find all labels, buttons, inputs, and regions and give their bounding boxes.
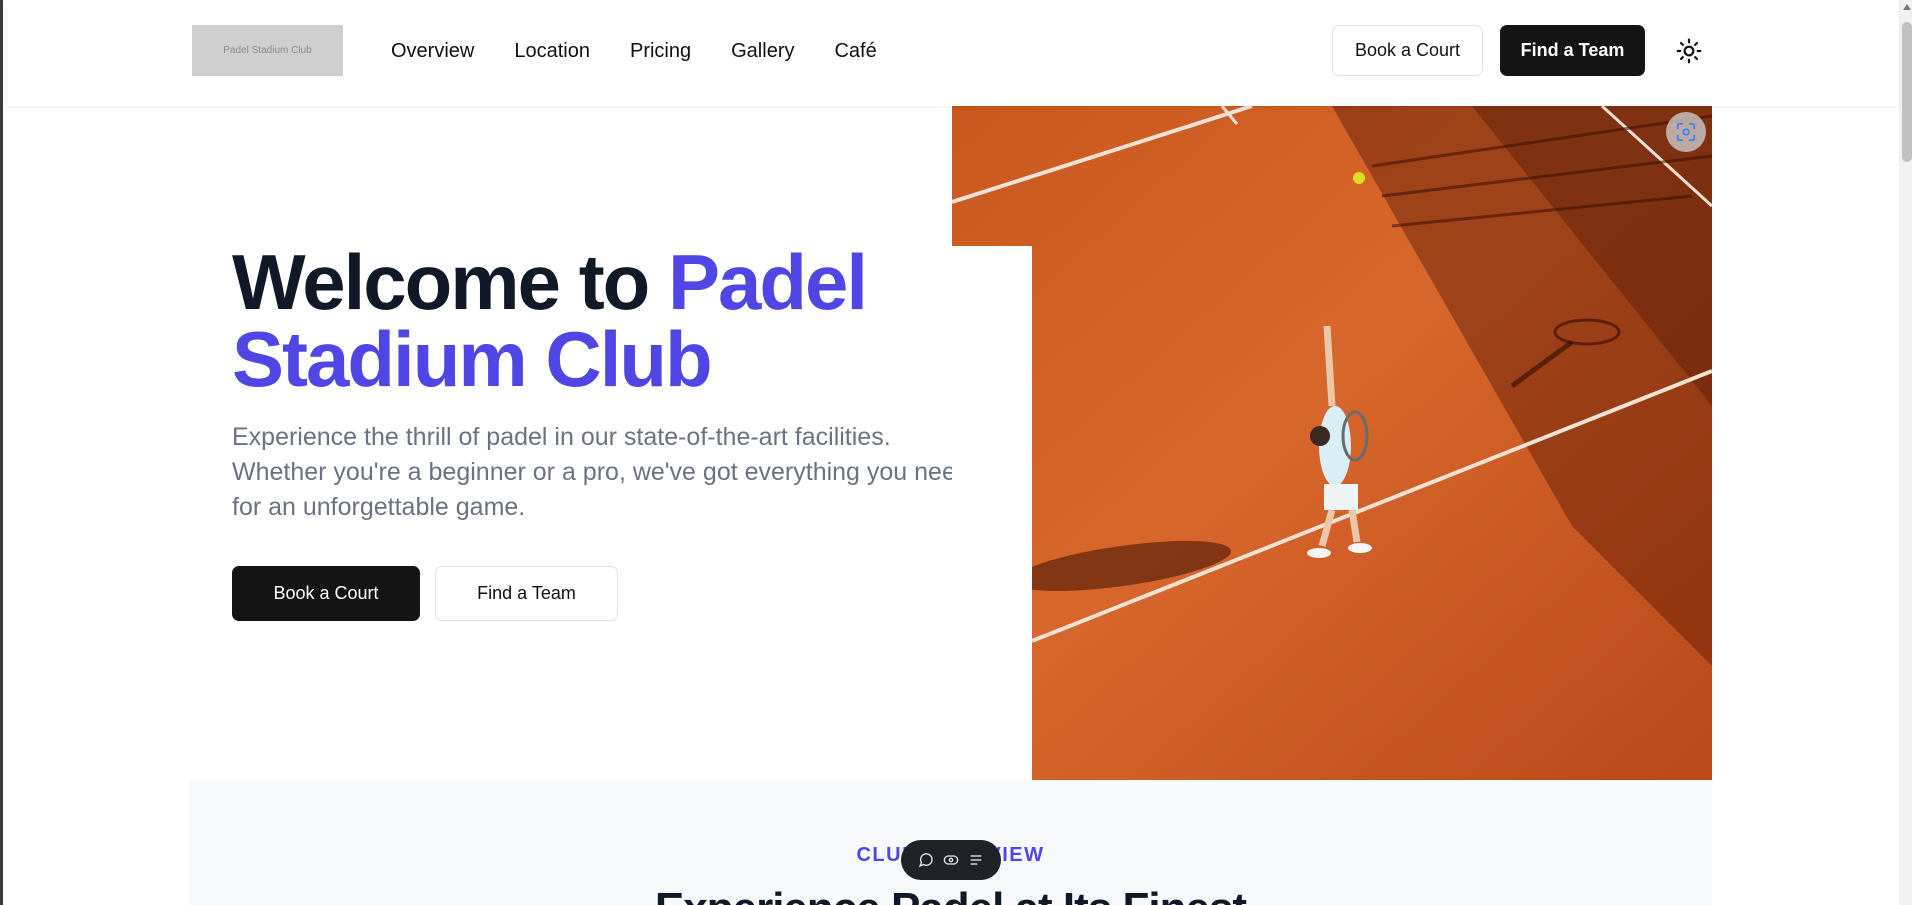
hero-find-team-button[interactable]: Find a Team	[435, 566, 618, 621]
sun-icon[interactable]	[1674, 36, 1704, 66]
header-find-team-button[interactable]: Find a Team	[1500, 25, 1645, 76]
scan-icon[interactable]	[1666, 112, 1706, 152]
floating-toolbar	[901, 840, 1001, 880]
nav-pricing[interactable]: Pricing	[630, 38, 691, 64]
hero-image	[952, 106, 1712, 780]
comment-icon[interactable]	[918, 852, 934, 868]
logo-text: Padel Stadium Club	[223, 45, 312, 56]
eye-icon[interactable]	[943, 852, 959, 868]
nav-location[interactable]: Location	[514, 38, 590, 64]
scroll-up-icon[interactable]	[1903, 4, 1911, 10]
browser-viewport: Padel Stadium Club Overview Location Pri…	[0, 0, 1912, 905]
hero-title-prefix: Welcome to	[232, 238, 668, 326]
list-icon[interactable]	[968, 852, 984, 868]
image-notch	[952, 246, 1032, 780]
hero-book-court-button[interactable]: Book a Court	[232, 566, 420, 621]
nav-gallery[interactable]: Gallery	[731, 38, 794, 64]
site-header: Padel Stadium Club Overview Location Pri…	[6, 0, 1899, 106]
nav-overview[interactable]: Overview	[391, 38, 474, 64]
scrollbar-thumb[interactable]	[1902, 22, 1912, 162]
main-nav: Overview Location Pricing Gallery Café	[391, 38, 877, 64]
page-scrollbar[interactable]	[1899, 0, 1912, 905]
header-book-court-button[interactable]: Book a Court	[1332, 25, 1483, 76]
hero-description: Experience the thrill of padel in our st…	[232, 423, 970, 521]
overview-title: Experience Padel at Its Finest	[189, 884, 1712, 905]
nav-cafe[interactable]: Café	[834, 38, 876, 64]
site-logo[interactable]: Padel Stadium Club	[192, 25, 343, 76]
hero-title: Welcome to Padel Stadium Club	[232, 243, 952, 398]
